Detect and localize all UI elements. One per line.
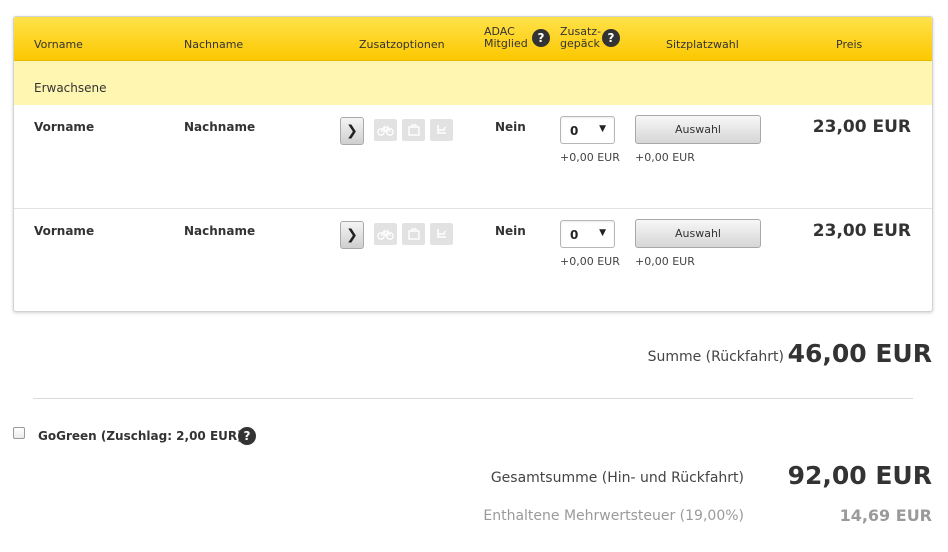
table-header: Vorname Nachname Zusatzoptionen ADAC Mit… [14,17,932,61]
passenger-last-name: Nachname [184,120,256,134]
luggage-select-value: 0 [570,228,579,242]
sum-label: Summe (Rückfahrt) [647,349,784,365]
passenger-price: 23,00 EUR [812,117,911,137]
chevron-right-icon: ❯ [346,123,358,139]
sum-value: 46,00 EUR [787,339,932,368]
adac-help-icon[interactable]: ? [532,29,550,47]
luggage-select-value: 0 [570,124,579,138]
seat-select-button[interactable]: Auswahl [635,219,761,248]
luggage-icon[interactable] [402,223,425,245]
header-options: Zusatzoptionen [359,38,445,51]
luggage-select[interactable]: 0 ▼ [560,220,615,248]
passenger-last-name: Nachname [184,224,256,238]
vat-label: Enthaltene Mehrwertsteuer (19,00%) [483,508,744,524]
gogreen-checkbox[interactable] [13,427,25,439]
chevron-down-icon: ▼ [599,228,606,238]
bicycle-icon[interactable] [374,119,397,141]
total-value: 92,00 EUR [787,461,932,490]
passenger-price: 23,00 EUR [812,221,911,241]
adac-value: Nein [495,224,526,238]
table-row: Vorname Nachname ❯ Nein 0 ▼ +0,00 EUR Au… [14,105,932,209]
gogreen-help-icon[interactable]: ? [238,427,256,445]
header-last-name: Nachname [184,38,244,51]
expand-options-button[interactable]: ❯ [340,221,364,249]
gogreen-label: GoGreen (Zuschlag: 2,00 EUR) [38,429,243,443]
total-label: Gesamtsumme (Hin- und Rückfahrt) [490,470,744,486]
chevron-right-icon: ❯ [346,227,358,243]
seat-select-button[interactable]: Auswahl [635,115,761,144]
section-label: Erwachsene [34,81,107,95]
passenger-table: Vorname Nachname Zusatzoptionen ADAC Mit… [13,16,933,312]
seat-price: +0,00 EUR [635,151,695,164]
seat-icon[interactable] [430,119,453,141]
header-first-name: Vorname [34,38,83,51]
vat-value: 14,69 EUR [839,506,932,525]
header-price: Preis [836,38,863,51]
header-adac: ADAC Mitglied [484,25,528,50]
passenger-first-name: Vorname [34,224,95,238]
divider [33,398,913,399]
expand-options-button[interactable]: ❯ [340,117,364,145]
luggage-price: +0,00 EUR [560,151,620,164]
section-adults: Erwachsene [14,61,932,105]
seat-icon[interactable] [430,223,453,245]
passenger-first-name: Vorname [34,120,95,134]
chevron-down-icon: ▼ [599,124,606,134]
seat-price: +0,00 EUR [635,255,695,268]
luggage-help-icon[interactable]: ? [602,29,620,47]
header-luggage: Zusatz- gepäck [560,25,602,50]
header-seat: Sitzplatzwahl [666,38,739,51]
luggage-select[interactable]: 0 ▼ [560,116,615,144]
luggage-price: +0,00 EUR [560,255,620,268]
table-row: Vorname Nachname ❯ Nein 0 ▼ +0,00 EUR Au… [14,209,932,311]
luggage-icon[interactable] [402,119,425,141]
bicycle-icon[interactable] [374,223,397,245]
adac-value: Nein [495,120,526,134]
